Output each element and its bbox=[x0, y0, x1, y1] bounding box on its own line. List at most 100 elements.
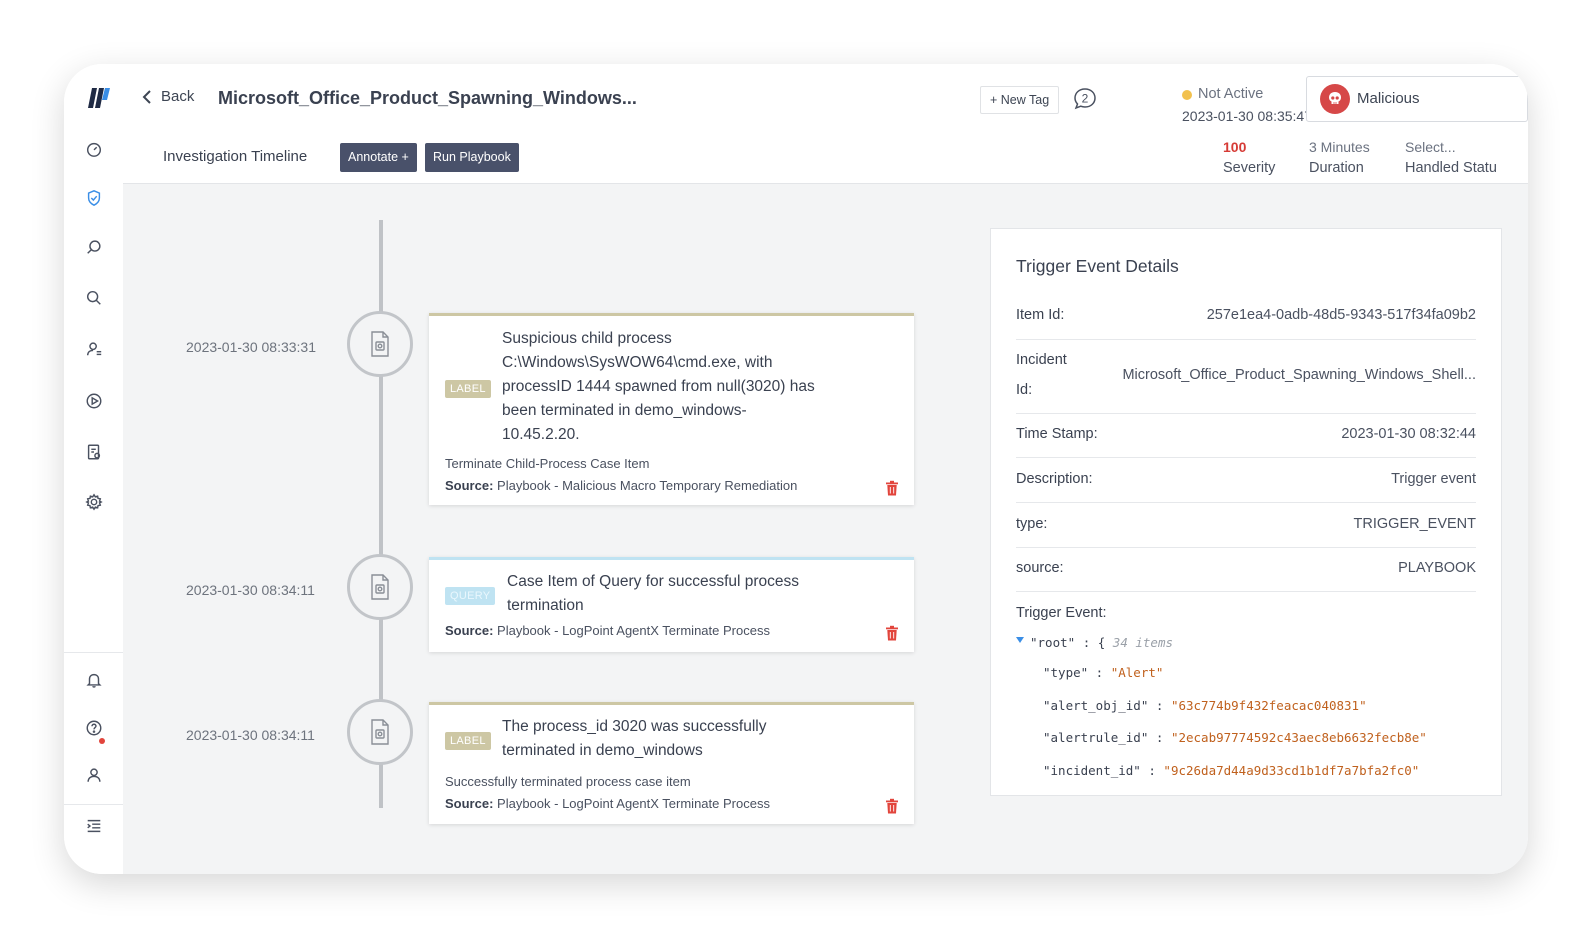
detail-row-item-id: Item Id: 257e1ea4-0adb-48d5-9343-517f34f… bbox=[1016, 291, 1476, 340]
detail-value: 257e1ea4-0adb-48d5-9343-517f34fa09b2 bbox=[1206, 307, 1476, 323]
back-label: Back bbox=[161, 88, 195, 105]
timeline-timestamp: 2023-01-30 08:33:31 bbox=[186, 339, 316, 355]
collapse-menu-icon[interactable] bbox=[83, 815, 105, 837]
severity-metric: 100 Severity bbox=[1223, 139, 1275, 176]
trigger-event-details-panel: Trigger Event Details Item Id: 257e1ea4-… bbox=[990, 228, 1502, 796]
timeline-timestamp: 2023-01-30 08:34:11 bbox=[186, 727, 315, 743]
source-prefix: Source: bbox=[445, 623, 494, 638]
duration-label: Duration bbox=[1309, 160, 1364, 176]
bell-icon[interactable] bbox=[83, 669, 105, 691]
delete-icon[interactable] bbox=[885, 625, 899, 641]
duration-metric: 3 Minutes Duration bbox=[1309, 139, 1370, 176]
sidebar bbox=[64, 64, 124, 874]
delete-icon[interactable] bbox=[885, 480, 899, 496]
toolbar: Investigation Timeline Annotate + Run Pl… bbox=[123, 131, 1528, 184]
detail-value: PLAYBOOK bbox=[1398, 560, 1476, 576]
status-date: 2023-01-30 08:35:47 bbox=[1182, 108, 1312, 124]
delete-icon[interactable] bbox=[885, 798, 899, 814]
status-indicator-dot bbox=[1182, 90, 1192, 100]
expand-caret-icon[interactable] bbox=[1016, 637, 1024, 643]
card-message-line: processID 1444 spawned from null(3020) h… bbox=[502, 378, 815, 395]
json-key: "root" bbox=[1030, 635, 1076, 650]
handled-status-select[interactable]: Select... bbox=[1405, 139, 1497, 155]
json-root-row[interactable]: "root" : { 34 items bbox=[1016, 635, 1173, 650]
timeline-card: LABEL Suspicious child process C:\Window… bbox=[429, 313, 914, 505]
detail-row-timestamp: Time Stamp: 2023-01-30 08:32:44 bbox=[1016, 413, 1476, 458]
detail-key: type: bbox=[1016, 516, 1048, 532]
source-prefix: Source: bbox=[445, 796, 494, 811]
new-tag-button[interactable]: + New Tag bbox=[980, 86, 1060, 114]
section-title: Investigation Timeline bbox=[163, 148, 308, 165]
chevron-left-icon bbox=[142, 89, 151, 104]
label-badge: LABEL bbox=[445, 380, 491, 398]
skull-icon bbox=[1320, 84, 1350, 114]
timeline-node bbox=[347, 554, 413, 620]
json-value: "63c774b9f432feacac040831" bbox=[1170, 698, 1367, 713]
card-message-line: termination bbox=[507, 597, 584, 614]
detail-value: Trigger event bbox=[1391, 471, 1476, 487]
gear-icon[interactable] bbox=[83, 491, 105, 513]
detail-row-type: type: TRIGGER_EVENT bbox=[1016, 502, 1476, 548]
help-icon[interactable] bbox=[83, 717, 105, 739]
json-field-row: "alert_obj_id" : "63c774b9f432feacac0408… bbox=[1043, 698, 1367, 713]
card-message-line: 10.45.2.20. bbox=[502, 426, 580, 443]
play-circle-icon[interactable] bbox=[83, 390, 105, 412]
card-message-line: been terminated in demo_windows- bbox=[502, 402, 747, 419]
detail-key: Item Id: bbox=[1016, 307, 1065, 323]
severity-label: Severity bbox=[1223, 160, 1276, 176]
user-search-icon[interactable] bbox=[83, 338, 105, 360]
handled-status-label: Handled Statu bbox=[1405, 160, 1497, 176]
handled-status-metric[interactable]: Select... Handled Statu bbox=[1405, 139, 1497, 176]
card-source: Source: Playbook - LogPoint AgentX Termi… bbox=[445, 796, 770, 811]
detail-key: Time Stamp: bbox=[1016, 426, 1098, 442]
search-chat-icon[interactable] bbox=[83, 236, 105, 258]
comments-button[interactable]: 2 bbox=[1072, 86, 1098, 112]
search-icon[interactable] bbox=[83, 287, 105, 309]
severity-value: 100 bbox=[1223, 139, 1247, 155]
query-badge: QUERY bbox=[445, 587, 496, 605]
card-source: Source: Playbook - Malicious Macro Tempo… bbox=[445, 478, 797, 493]
timeline-card: QUERY Case Item of Query for successful … bbox=[429, 557, 914, 652]
card-message-line: terminated in demo_windows bbox=[502, 742, 703, 759]
detail-key: source: bbox=[1016, 560, 1064, 576]
detail-value: TRIGGER_EVENT bbox=[1353, 516, 1476, 532]
detail-row-source: source: PLAYBOOK bbox=[1016, 547, 1476, 592]
back-button[interactable]: Back bbox=[141, 88, 194, 105]
card-message: Suspicious child process C:\Windows\SysW… bbox=[502, 327, 815, 447]
shield-check-icon[interactable] bbox=[83, 187, 105, 209]
source-text: Playbook - LogPoint AgentX Terminate Pro… bbox=[497, 796, 770, 811]
card-message-line: Case Item of Query for successful proces… bbox=[507, 573, 800, 590]
annotate-button[interactable]: Annotate + bbox=[340, 143, 417, 172]
json-item-count: 34 items bbox=[1112, 635, 1174, 650]
source-text: Playbook - LogPoint AgentX Terminate Pro… bbox=[497, 623, 770, 638]
card-message: Case Item of Query for successful proces… bbox=[507, 570, 799, 618]
timeline-node bbox=[347, 699, 413, 765]
dashboard-icon[interactable] bbox=[83, 138, 105, 160]
timeline-card: LABEL The process_id 3020 was successful… bbox=[429, 702, 914, 824]
app-window: Back Microsoft_Office_Product_Spawning_W… bbox=[64, 64, 1528, 874]
report-icon[interactable] bbox=[83, 441, 105, 463]
status-text: Not Active bbox=[1198, 86, 1264, 102]
user-icon[interactable] bbox=[83, 764, 105, 786]
timeline-content: 2023-01-30 08:33:31 LABEL Suspicious chi… bbox=[123, 184, 1528, 874]
json-field-row: "incident_id" : "9c26da7d44a9d33cd1b1df7… bbox=[1043, 763, 1420, 778]
verdict-select[interactable]: Malicious bbox=[1306, 76, 1528, 122]
logo[interactable] bbox=[86, 86, 112, 110]
card-subtitle: Successfully terminated process case ite… bbox=[445, 774, 691, 789]
json-key: "alert_obj_id" bbox=[1043, 698, 1149, 713]
detail-key: Incident bbox=[1016, 352, 1067, 368]
json-value: "9c26da7d44a9d33cd1b1df7a7bfa2fc0" bbox=[1163, 763, 1420, 778]
detail-key: Description: bbox=[1016, 471, 1093, 487]
json-field-row: "type" : "Alert" bbox=[1043, 665, 1164, 680]
verdict-label: Malicious bbox=[1357, 90, 1420, 107]
detail-key: Id: bbox=[1016, 382, 1033, 398]
json-key: "alertrule_id" bbox=[1043, 730, 1149, 745]
json-key: "type" bbox=[1043, 665, 1089, 680]
document-icon bbox=[371, 574, 389, 600]
label-badge: LABEL bbox=[445, 732, 491, 750]
comment-count: 2 bbox=[1082, 92, 1089, 106]
json-key: "incident_id" bbox=[1043, 763, 1141, 778]
card-subtitle: Terminate Child-Process Case Item bbox=[445, 456, 650, 471]
details-title: Trigger Event Details bbox=[1016, 256, 1179, 276]
run-playbook-button[interactable]: Run Playbook bbox=[425, 143, 519, 172]
